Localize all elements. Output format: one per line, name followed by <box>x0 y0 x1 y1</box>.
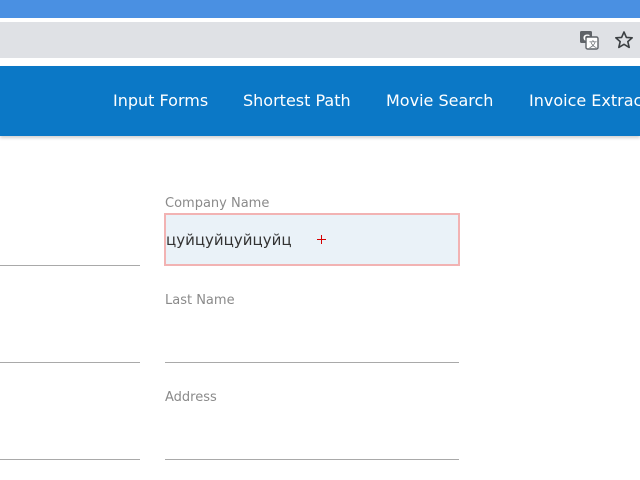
toolbar-bottom-gap <box>0 58 640 65</box>
last-name-field[interactable] <box>165 362 459 363</box>
left-field-underline-2[interactable] <box>0 362 140 363</box>
address-bar[interactable] <box>0 22 640 58</box>
nav-link-movie-search[interactable]: Movie Search <box>386 91 493 110</box>
address-field[interactable] <box>165 459 459 460</box>
left-field-underline-3[interactable] <box>0 459 140 460</box>
company-name-label: Company Name <box>165 196 270 211</box>
nav-link-shortest-path[interactable]: Shortest Path <box>243 91 351 110</box>
left-field-underline-1[interactable] <box>0 265 140 266</box>
address-label: Address <box>165 390 217 405</box>
nav-link-input-forms[interactable]: Input Forms <box>113 91 208 110</box>
star-icon[interactable] <box>613 29 635 51</box>
nav-link-invoice-extraction[interactable]: Invoice Extrac <box>529 91 640 110</box>
site-navbar: Input Forms Shortest Path Movie Search I… <box>0 66 640 136</box>
last-name-label: Last Name <box>165 293 235 308</box>
cursor-crosshair-icon <box>317 235 326 244</box>
company-name-value: цуйцуйцуйцуйц <box>166 231 292 249</box>
svg-text:文: 文 <box>589 39 597 49</box>
browser-titlebar <box>0 0 640 18</box>
translate-icon[interactable]: G 文 <box>578 29 600 51</box>
company-name-field[interactable]: цуйцуйцуйцуйц <box>164 213 460 266</box>
